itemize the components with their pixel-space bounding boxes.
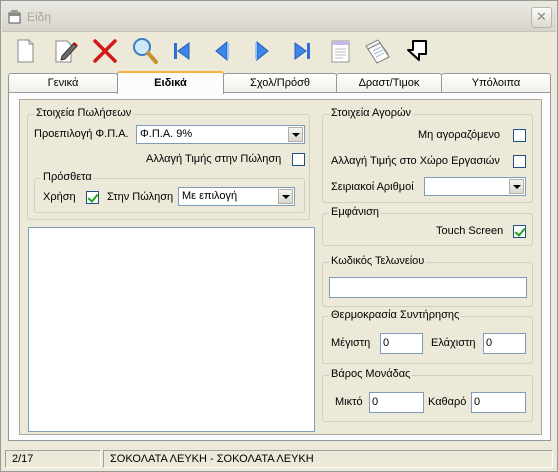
new-button[interactable] [10, 36, 40, 66]
tab-strip: Γενικά Ειδικά Σχολ/Πρόσθ Δραστ/Τιμοκ Υπό… [8, 71, 551, 94]
not-purchased-label: Μη αγοραζόμενο [418, 129, 501, 141]
price-change-label: Αλλαγή Τιμής στην Πώληση [146, 153, 282, 165]
gross-weight-label: Μικτό [335, 396, 363, 408]
record-counter: 2/17 [5, 450, 101, 468]
net-weight-field[interactable]: 0 [471, 392, 526, 413]
temperature-legend: Θερμοκρασία Συντήρησης [329, 309, 462, 321]
close-button[interactable]: ✕ [531, 7, 552, 28]
serials-select[interactable] [424, 177, 526, 196]
temperature-group: Θερμοκρασία Συντήρησης Μέγιστη 0 Ελάχιστ… [322, 309, 533, 364]
delete-button[interactable] [90, 36, 120, 66]
chevron-down-icon[interactable] [509, 179, 524, 194]
next-record-button[interactable] [247, 36, 277, 66]
tab-panel: Στοιχεία Πωλήσεων Προεπιλογή Φ.Π.Α. Φ.Π.… [8, 92, 551, 441]
edit-button[interactable] [50, 36, 80, 66]
search-button[interactable] [130, 36, 160, 66]
exit-button[interactable] [402, 36, 432, 66]
weight-legend: Βάρος Μονάδας [329, 368, 413, 380]
documents-button[interactable] [362, 36, 392, 66]
window-title: Είδη [27, 10, 52, 24]
chevron-down-icon[interactable] [288, 127, 303, 142]
purchases-legend: Στοιχεία Αγορών [329, 107, 414, 119]
status-bar: 2/17 ΣΟΚΟΛΑΤΑ ΛΕΥΚΗ - ΣΟΚΟΛΑΤΑ ΛΕΥΚΗ [2, 448, 556, 470]
search-magnifier-icon [133, 38, 158, 64]
toolbar [2, 33, 556, 69]
tab-activities[interactable]: Δραστ/Τιμοκ [336, 73, 442, 93]
return-arrow-icon [407, 40, 427, 61]
previous-record-icon [215, 40, 229, 62]
documents-icon [365, 39, 390, 64]
tab-balances[interactable]: Υπόλοιπα [441, 73, 551, 93]
customs-code-field[interactable] [329, 277, 527, 298]
notes-button[interactable] [325, 36, 355, 66]
edit-pen-icon [55, 40, 78, 63]
tab-general[interactable]: Γενικά [8, 73, 118, 93]
next-record-icon [255, 40, 269, 62]
workspace-price-checkbox[interactable] [513, 155, 526, 168]
use-checkbox[interactable] [86, 191, 99, 204]
touch-screen-label: Touch Screen [436, 225, 504, 237]
purchases-group: Στοιχεία Αγορών Μη αγοραζόμενο Αλλαγή Τι… [322, 107, 533, 203]
display-group: Εμφάνιση Touch Screen [322, 206, 533, 246]
touch-screen-checkbox[interactable] [513, 225, 526, 238]
at-sale-select[interactable]: Με επιλογή [178, 187, 295, 206]
previous-record-button[interactable] [207, 36, 237, 66]
sales-listbox[interactable] [28, 227, 315, 432]
at-sale-label: Στην Πώληση [107, 191, 174, 203]
max-temp-field[interactable]: 0 [380, 333, 423, 354]
extras-legend: Πρόσθετα [41, 171, 94, 183]
items-window: Είδη ✕ Γενικά Ειδικά Σχολ/Πρόσθ Δραστ/Τι… [0, 0, 558, 472]
use-label: Χρήση [43, 191, 76, 203]
last-record-button[interactable] [287, 36, 317, 66]
serials-label: Σειριακοί Αριθμοί [331, 181, 414, 193]
price-change-checkbox[interactable] [292, 153, 305, 166]
first-record-button[interactable] [167, 36, 197, 66]
new-document-icon [17, 39, 34, 63]
delete-x-icon [93, 39, 117, 63]
last-record-icon [294, 42, 310, 60]
chevron-down-icon[interactable] [278, 189, 293, 204]
vat-value: Φ.Π.Α. 9% [140, 128, 193, 140]
tab-special[interactable]: Ειδικά [117, 71, 224, 94]
current-item: ΣΟΚΟΛΑΤΑ ΛΕΥΚΗ - ΣΟΚΟΛΑΤΑ ΛΕΥΚΗ [103, 450, 553, 468]
min-temp-field[interactable]: 0 [483, 333, 526, 354]
window-app-icon [8, 10, 21, 24]
content-area: Στοιχεία Πωλήσεων Προεπιλογή Φ.Π.Α. Φ.Π.… [19, 99, 542, 435]
tab-comments[interactable]: Σχολ/Πρόσθ [223, 73, 337, 93]
workspace-price-label: Αλλαγή Τιμής στο Χώρο Εργασιών [331, 155, 500, 167]
vat-label: Προεπιλογή Φ.Π.Α. [34, 128, 129, 140]
vat-select[interactable]: Φ.Π.Α. 9% [136, 125, 305, 144]
max-temp-label: Μέγιστη [331, 337, 371, 349]
customs-legend: Κωδικός Τελωνείου [329, 255, 427, 267]
min-temp-label: Ελάχιστη [431, 337, 476, 349]
notepad-icon [331, 40, 350, 63]
customs-group: Κωδικός Τελωνείου [322, 255, 533, 307]
weight-group: Βάρος Μονάδας Μικτό 0 Καθαρό 0 [322, 368, 533, 422]
extras-group: Πρόσθετα Χρήση Στην Πώληση Με επιλογή [34, 171, 305, 213]
display-legend: Εμφάνιση [329, 206, 382, 218]
first-record-icon [174, 42, 190, 60]
gross-weight-field[interactable]: 0 [369, 392, 424, 413]
sales-legend: Στοιχεία Πωλήσεων [34, 107, 134, 119]
sales-group: Στοιχεία Πωλήσεων Προεπιλογή Φ.Π.Α. Φ.Π.… [27, 107, 310, 220]
at-sale-value: Με επιλογή [182, 190, 238, 202]
not-purchased-checkbox[interactable] [513, 129, 526, 142]
title-bar[interactable]: Είδη ✕ [2, 2, 556, 32]
net-weight-label: Καθαρό [428, 396, 467, 408]
